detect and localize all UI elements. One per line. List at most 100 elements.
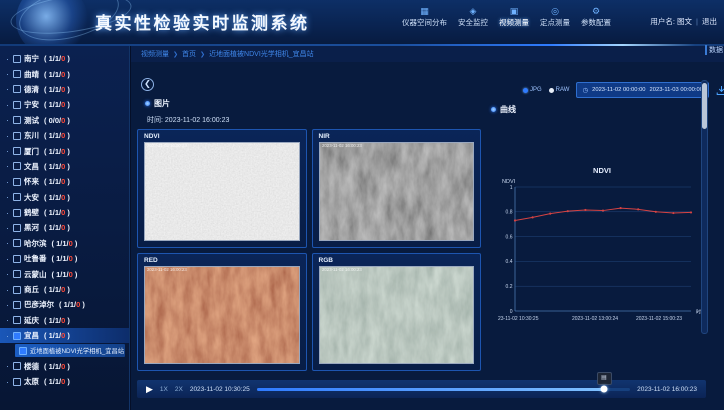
data-point bbox=[690, 211, 692, 213]
date-from-value[interactable]: 2023-11-02 00:00:00 bbox=[592, 87, 645, 93]
checkbox-icon[interactable] bbox=[13, 209, 21, 217]
date-to-value[interactable]: 2023-11-03 00:00:00 bbox=[650, 87, 703, 93]
back-button[interactable]: ❮ bbox=[141, 78, 154, 91]
data-side-tab[interactable]: 数据 bbox=[705, 45, 723, 55]
nav-item-仪器空间分布[interactable]: ▦仪器空间分布 bbox=[402, 7, 447, 28]
play-button[interactable]: ▶ bbox=[146, 385, 153, 394]
station-count: ( 1/1/0 ) bbox=[52, 270, 78, 279]
sidebar-item-label: 宁安 bbox=[24, 99, 39, 110]
y-tick-label: 0.8 bbox=[506, 210, 513, 216]
panel-rgb[interactable]: RGB 2023-11-02 16:00:23 bbox=[312, 253, 482, 372]
station-count: ( 1/1/0 ) bbox=[44, 377, 70, 386]
sidebar-subitem[interactable]: 近地面植被NDVI光学相机_宜昌站 bbox=[15, 344, 125, 357]
checkbox-icon[interactable] bbox=[13, 178, 21, 186]
nav-item-视频测量[interactable]: ▣视频测量 bbox=[499, 7, 529, 28]
panel-ndvi-image[interactable]: 2023-11-02 16:00:23 bbox=[144, 142, 300, 241]
panel-nir-image[interactable]: 2023-11-02 16:00:23 bbox=[319, 142, 475, 241]
sidebar-item-云蒙山[interactable]: ·云蒙山( 1/1/0 ) bbox=[0, 266, 129, 281]
app-root: { "header": { "title": "真实性检验实时监测系统", "n… bbox=[0, 0, 724, 410]
panel-ndvi-label: NDVI bbox=[138, 130, 306, 142]
panel-ndvi[interactable]: NDVI 2023-11-02 16:00:23 bbox=[137, 129, 307, 248]
sidebar-item-德清[interactable]: ·德清( 1/1/0 ) bbox=[0, 82, 129, 97]
checkbox-icon[interactable] bbox=[13, 55, 21, 63]
speed-2x-button[interactable]: 2X bbox=[175, 386, 183, 393]
checkbox-icon[interactable] bbox=[13, 362, 21, 370]
station-count: ( 1/1/0 ) bbox=[44, 131, 70, 140]
checkbox-icon[interactable] bbox=[13, 301, 21, 309]
checkbox-icon[interactable] bbox=[13, 255, 21, 263]
panel-rgb-image[interactable]: 2023-11-02 16:00:23 bbox=[319, 266, 475, 365]
data-point bbox=[655, 211, 657, 213]
data-point bbox=[602, 209, 604, 211]
checkbox-icon[interactable] bbox=[13, 193, 21, 201]
checkbox-icon[interactable] bbox=[13, 70, 21, 78]
format-option-raw[interactable]: RAW bbox=[549, 87, 570, 93]
download-button[interactable] bbox=[716, 85, 724, 96]
breadcrumb-item[interactable]: 视频测量 bbox=[141, 49, 169, 59]
nav-item-定点测量[interactable]: ◎定点测量 bbox=[540, 7, 570, 28]
checkbox-icon[interactable] bbox=[13, 316, 21, 324]
sidebar-item-商丘[interactable]: ·商丘( 1/1/0 ) bbox=[0, 282, 129, 297]
checkbox-icon[interactable] bbox=[13, 116, 21, 124]
checkbox-icon[interactable] bbox=[13, 162, 21, 170]
checkbox-icon[interactable] bbox=[13, 132, 21, 140]
breadcrumb-item[interactable]: 近地面植被NDVI光学相机_宜昌站 bbox=[209, 49, 314, 59]
sidebar-item-宜昌[interactable]: ·宜昌( 1/1/0 ) bbox=[0, 328, 129, 343]
sidebar-item-鹤壁[interactable]: ·鹤壁( 1/1/0 ) bbox=[0, 205, 129, 220]
station-count: ( 1/1/0 ) bbox=[44, 100, 70, 109]
sidebar-item-测试[interactable]: ·测试( 0/0/0 ) bbox=[0, 113, 129, 128]
nav-item-安全监控[interactable]: ◈安全监控 bbox=[458, 7, 488, 28]
speed-1x-button[interactable]: 1X bbox=[160, 386, 168, 393]
sidebar-item-太原[interactable]: ·太原( 1/1/0 ) bbox=[0, 374, 129, 389]
data-point bbox=[637, 208, 639, 210]
sidebar-item-label: 黑河 bbox=[24, 222, 39, 233]
sidebar-item-延庆[interactable]: ·延庆( 1/1/0 ) bbox=[0, 313, 129, 328]
sidebar-item-东川[interactable]: ·东川( 1/1/0 ) bbox=[0, 128, 129, 143]
image-timestamp-overlay: 2023-11-02 16:00:23 bbox=[147, 144, 187, 148]
breadcrumb-item[interactable]: 首页 bbox=[182, 49, 196, 59]
tree-expand-dot: · bbox=[6, 71, 10, 77]
checkbox-icon[interactable] bbox=[13, 239, 21, 247]
logout-button[interactable]: 退出 bbox=[702, 16, 717, 27]
checkbox-icon[interactable] bbox=[19, 347, 27, 355]
timeline-slider[interactable]: ▤ bbox=[257, 388, 630, 391]
date-range-picker[interactable]: ◷ 2023-11-02 00:00:00 2023-11-03 00:00:0… bbox=[576, 82, 708, 98]
checkbox-icon[interactable] bbox=[13, 270, 21, 278]
sidebar-item-哈尔滨[interactable]: ·哈尔滨( 1/1/0 ) bbox=[0, 236, 129, 251]
station-count: ( 1/1/0 ) bbox=[44, 147, 70, 156]
sidebar-item-大安[interactable]: ·大安( 1/1/0 ) bbox=[0, 190, 129, 205]
sidebar-item-楼德[interactable]: ·楼德( 1/1/0 ) bbox=[0, 358, 129, 373]
sidebar-item-巴彦淖尔[interactable]: ·巴彦淖尔( 1/1/0 ) bbox=[0, 297, 129, 312]
checkbox-icon[interactable] bbox=[13, 378, 21, 386]
panel-red[interactable]: RED 2023-11-02 16:00:23 bbox=[137, 253, 307, 372]
sidebar-item-黑河[interactable]: ·黑河( 1/1/0 ) bbox=[0, 220, 129, 235]
station-count: ( 1/1/0 ) bbox=[44, 85, 70, 94]
sidebar-item-吐鲁番[interactable]: ·吐鲁番( 1/1/0 ) bbox=[0, 251, 129, 266]
slider-fill bbox=[257, 388, 604, 391]
checkbox-icon[interactable] bbox=[13, 332, 21, 340]
sidebar-item-南宁[interactable]: ·南宁( 1/1/0 ) bbox=[0, 51, 129, 66]
sidebar-item-文昌[interactable]: ·文昌( 1/1/0 ) bbox=[0, 159, 129, 174]
checkbox-icon[interactable] bbox=[13, 286, 21, 294]
station-count: ( 1/1/0 ) bbox=[52, 254, 78, 263]
format-option-jpg[interactable]: JPG bbox=[523, 87, 542, 93]
image-timestamp-overlay: 2023-11-02 16:00:23 bbox=[147, 268, 187, 272]
vertical-scrollbar[interactable] bbox=[701, 80, 708, 334]
sidebar-item-厦门[interactable]: ·厦门( 1/1/0 ) bbox=[0, 143, 129, 158]
checkbox-icon[interactable] bbox=[13, 85, 21, 93]
nav-item-参数配置[interactable]: ⚙参数配置 bbox=[581, 7, 611, 28]
sidebar-item-宁安[interactable]: ·宁安( 1/1/0 ) bbox=[0, 97, 129, 112]
checkbox-icon[interactable] bbox=[13, 101, 21, 109]
tree-expand-dot: · bbox=[6, 225, 10, 231]
panel-nir[interactable]: NIR 2023-11-02 16:00:23 bbox=[312, 129, 482, 248]
sidebar-item-曲靖[interactable]: ·曲靖( 1/1/0 ) bbox=[0, 66, 129, 81]
sidebar-item-label: 鹤壁 bbox=[24, 207, 39, 218]
checkbox-icon[interactable] bbox=[13, 147, 21, 155]
sidebar-item-怀来[interactable]: ·怀来( 1/1/0 ) bbox=[0, 174, 129, 189]
slider-thumb[interactable] bbox=[600, 386, 607, 393]
checkbox-icon[interactable] bbox=[13, 224, 21, 232]
sidebar-item-label: 吐鲁番 bbox=[24, 253, 47, 264]
station-count: ( 1/1/0 ) bbox=[44, 331, 70, 340]
panel-red-image[interactable]: 2023-11-02 16:00:23 bbox=[144, 266, 300, 365]
scrollbar-thumb[interactable] bbox=[702, 83, 707, 129]
